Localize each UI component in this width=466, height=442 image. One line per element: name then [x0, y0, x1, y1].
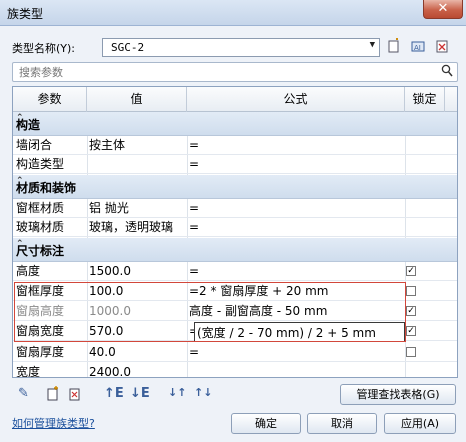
collapse-icon[interactable]: ⌃: [16, 176, 449, 186]
param-name: 玻璃材质: [16, 220, 65, 234]
param-formula[interactable]: =: [189, 343, 409, 362]
param-name: 窗扇厚度: [16, 345, 65, 359]
group-header-materials[interactable]: 材质和装饰 ⌃: [13, 175, 457, 199]
type-name-dropdown[interactable]: SGC-2 ▼: [102, 38, 380, 57]
table-row[interactable]: 窗框材质 铝 抛光 =: [13, 199, 457, 218]
param-name: 窗框材质: [16, 201, 65, 215]
search-field[interactable]: [12, 62, 458, 82]
param-value[interactable]: 按主体: [89, 136, 185, 155]
apply-button[interactable]: 应用(A): [384, 413, 456, 434]
group-header-dimensions[interactable]: 尺寸标注 ⌃: [13, 238, 457, 262]
delete-type-icon[interactable]: [432, 38, 452, 58]
move-down-icon[interactable]: ↓E: [130, 386, 150, 402]
collapse-icon[interactable]: ⌃: [16, 113, 449, 123]
type-name-value: SGC-2: [111, 41, 145, 54]
table-row[interactable]: 宽度 2400.0: [13, 363, 457, 378]
table-row[interactable]: 高度 1500.0 = ✓: [13, 262, 457, 281]
table-row[interactable]: 窗扇厚度 40.0 =: [13, 343, 457, 362]
delete-param-icon[interactable]: [68, 386, 82, 402]
grid-header: 参数 值 公式 锁定: [13, 87, 457, 112]
param-name: 宽度: [16, 365, 41, 378]
help-link[interactable]: 如何管理族类型?: [12, 415, 95, 431]
cancel-button[interactable]: 取消: [307, 413, 377, 434]
manage-lookup-tables-button[interactable]: 管理查找表格(G): [340, 384, 456, 405]
new-type-icon[interactable]: [384, 38, 404, 58]
param-value[interactable]: 玻璃，透明玻璃: [89, 218, 185, 237]
param-formula[interactable]: =: [189, 218, 409, 237]
table-row[interactable]: 玻璃材质 玻璃，透明玻璃 =: [13, 218, 457, 237]
title-bar: 族类型 ✕: [0, 0, 466, 26]
search-input[interactable]: [19, 64, 419, 80]
ok-button[interactable]: 确定: [231, 413, 301, 434]
sort-desc-icon[interactable]: ↑↓: [194, 386, 212, 402]
param-value[interactable]: 2400.0: [89, 363, 185, 377]
svg-text:AI: AI: [414, 44, 421, 52]
highlight-annotation: [14, 282, 406, 342]
group-header-construction[interactable]: 构造 ⌃: [13, 112, 457, 136]
search-icon[interactable]: [441, 64, 453, 81]
table-row[interactable]: 墙闭合 按主体 =: [13, 136, 457, 155]
collapse-icon[interactable]: ⌃: [16, 239, 449, 249]
dropdown-arrow-icon: ▼: [369, 40, 375, 50]
lock-checkbox[interactable]: ✓: [406, 266, 416, 276]
param-name: 构造类型: [16, 157, 65, 171]
parameter-grid: 参数 值 公式 锁定 构造 ⌃ 墙闭合 按主体 = 构造类型 = 材质和装饰 ⌃…: [12, 86, 458, 378]
lock-checkbox[interactable]: [406, 286, 416, 296]
column-header-formula[interactable]: 公式: [187, 87, 405, 112]
param-formula[interactable]: =: [189, 262, 409, 281]
param-value[interactable]: 铝 抛光: [89, 199, 185, 218]
column-header-lock[interactable]: 锁定: [405, 87, 445, 112]
param-formula[interactable]: =: [189, 136, 409, 155]
lock-checkbox[interactable]: [406, 347, 416, 357]
lock-checkbox[interactable]: ✓: [406, 326, 416, 336]
lock-checkbox[interactable]: ✓: [406, 306, 416, 316]
param-value[interactable]: 1500.0: [89, 262, 185, 281]
pencil-icon[interactable]: ✎: [18, 386, 29, 402]
move-up-icon[interactable]: ↑E: [104, 386, 124, 402]
param-formula[interactable]: =: [189, 199, 409, 218]
close-button[interactable]: ✕: [423, 0, 463, 19]
param-name: 高度: [16, 264, 41, 278]
sort-asc-icon[interactable]: ↓↑: [168, 386, 186, 402]
new-param-icon[interactable]: [46, 386, 60, 402]
type-name-label: 类型名称(Y):: [12, 42, 76, 55]
column-header-param[interactable]: 参数: [13, 87, 87, 112]
param-value[interactable]: [89, 155, 185, 174]
param-value[interactable]: 40.0: [89, 343, 185, 362]
table-row[interactable]: 构造类型 =: [13, 155, 457, 174]
column-header-value[interactable]: 值: [87, 87, 187, 112]
param-formula[interactable]: [189, 363, 409, 377]
rename-type-icon[interactable]: AI: [408, 38, 428, 58]
param-name: 墙闭合: [16, 138, 53, 152]
window-title: 族类型: [7, 7, 44, 21]
param-formula[interactable]: =: [189, 155, 409, 174]
